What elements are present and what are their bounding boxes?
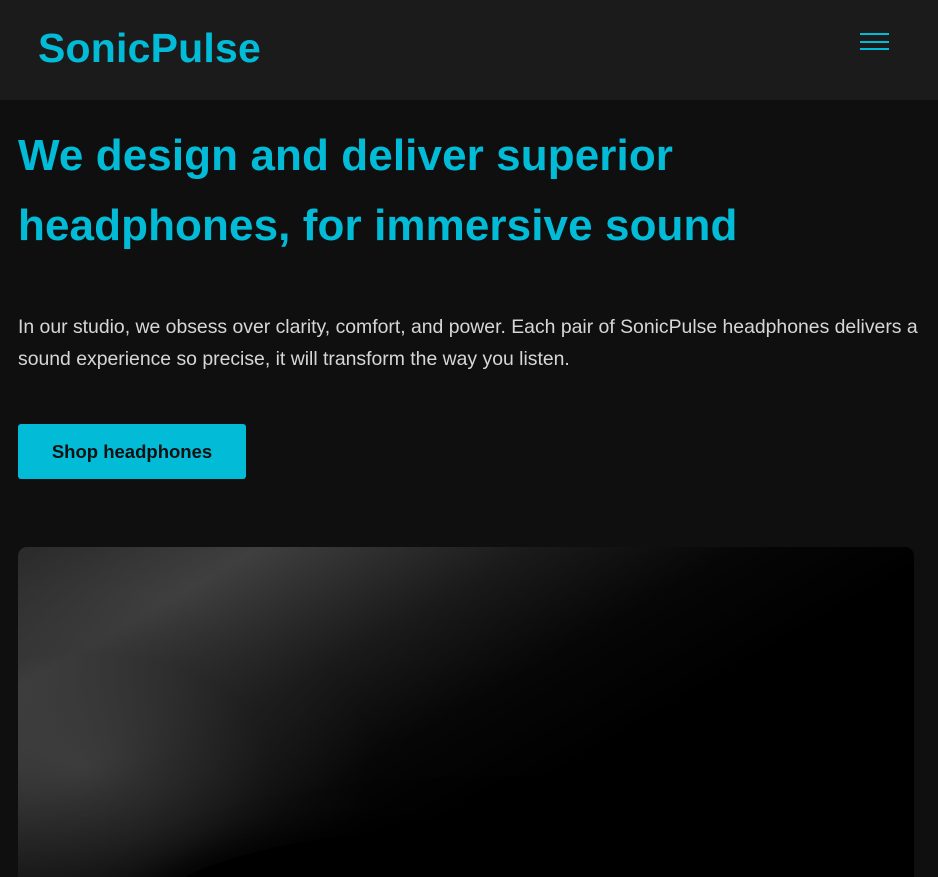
menu-line — [860, 48, 889, 50]
hero-title: We design and deliver superior headphone… — [18, 131, 738, 250]
headphones-hero-image — [18, 547, 914, 877]
hamburger-menu-icon[interactable] — [855, 28, 893, 56]
image-light-glow — [18, 587, 378, 877]
shop-headphones-button[interactable]: Shop headphones — [18, 424, 246, 479]
page: SonicPulse We design and deliver superio… — [0, 0, 938, 877]
site-header: SonicPulse — [0, 0, 938, 100]
hero-description: In our studio, we obsess over clarity, c… — [18, 316, 918, 370]
menu-line — [860, 33, 889, 35]
brand-logo[interactable]: SonicPulse — [38, 23, 261, 73]
menu-line — [860, 41, 889, 43]
